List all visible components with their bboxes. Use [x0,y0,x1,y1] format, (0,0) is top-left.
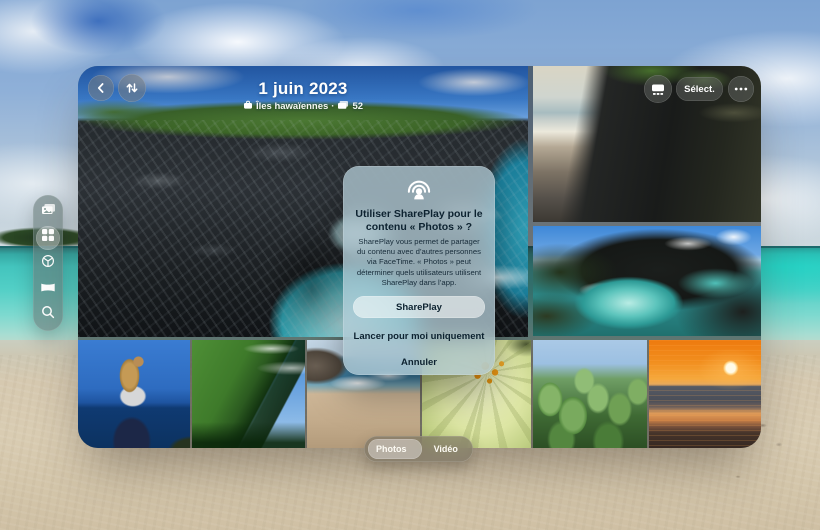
separator-dot: · [331,101,335,112]
select-button[interactable]: Sélect. [676,77,723,101]
shareplay-confirm-button[interactable]: SharePlay [353,296,485,319]
immersive-view-button[interactable] [644,75,672,103]
location-label: Îles hawaïennes [255,101,329,112]
photo-black-rock-cove[interactable] [533,226,761,336]
chevron-left-icon [95,82,107,94]
tab-video[interactable]: Vidéo [419,444,474,454]
photo-cactus[interactable] [533,340,647,448]
spatial-sphere-icon [41,254,55,273]
start-for-me-only-button[interactable]: Lancer pour moi uniquement [353,331,485,342]
more-button[interactable] [728,76,754,102]
sort-button[interactable] [118,74,146,102]
dialog-title: Utiliser SharePlay pour le contenu « Pho… [355,208,483,233]
photo-count: 52 [352,101,364,112]
photo-woman-overlook[interactable] [78,340,190,448]
tab-photos[interactable]: Photos [364,444,419,454]
arrows-up-down-icon [125,82,139,94]
albums-grid-icon [41,228,55,247]
panorama-icon [40,280,56,298]
search-icon [41,305,55,324]
back-button[interactable] [88,75,114,101]
shareplay-icon [353,177,485,203]
header-subtitle: Îles hawaïennes · 52 [78,100,528,113]
sidebar-item-panoramas[interactable] [36,277,60,301]
sidebar-item-spatial[interactable] [36,251,60,275]
photos-tab-sidebar [33,195,63,331]
dialog-body: SharePlay vous permet de partager du con… [356,236,482,287]
sidebar-item-albums[interactable] [36,225,60,250]
sidebar-item-library[interactable] [36,200,60,224]
photo-stack-icon [337,100,349,113]
suitcase-icon [243,100,253,113]
sidebar-item-search[interactable] [36,302,60,326]
photos-library-icon [41,203,56,221]
photo-green-cliffs[interactable] [192,340,305,448]
cancel-button[interactable]: Annuler [353,357,485,368]
shareplay-dialog: Utiliser SharePlay pour le contenu « Pho… [343,166,495,375]
media-type-segmented-control: Photos Vidéo [364,436,473,462]
visionos-photos-scene: 1 juin 2023 Îles hawaïennes · 52 Sélect.… [0,0,820,530]
ellipsis-icon [734,87,748,91]
photo-sunset-beach[interactable] [649,340,761,448]
immersive-view-icon [650,83,666,96]
